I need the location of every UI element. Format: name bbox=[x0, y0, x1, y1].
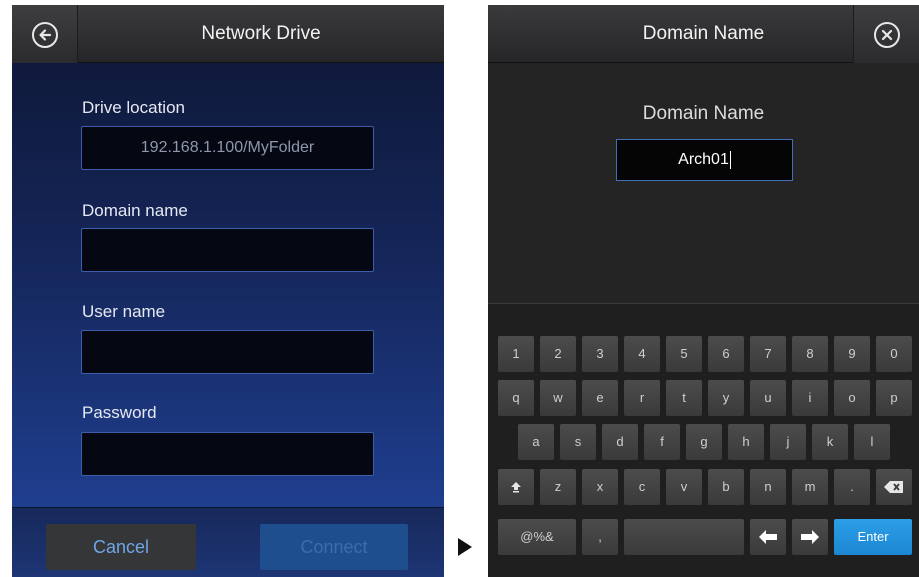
text-caret bbox=[729, 150, 731, 169]
key-v[interactable]: v bbox=[666, 469, 702, 505]
key-p[interactable]: p bbox=[876, 380, 912, 416]
user-name-input[interactable] bbox=[81, 330, 374, 374]
key-3[interactable]: 3 bbox=[582, 336, 618, 372]
key-9[interactable]: 9 bbox=[834, 336, 870, 372]
key-u[interactable]: u bbox=[750, 380, 786, 416]
key-b[interactable]: b bbox=[708, 469, 744, 505]
back-button[interactable] bbox=[12, 5, 78, 63]
key-comma[interactable]: , bbox=[582, 519, 618, 555]
domain-name-label: Domain name bbox=[82, 201, 188, 220]
key-d[interactable]: d bbox=[602, 424, 638, 460]
key-y[interactable]: y bbox=[708, 380, 744, 416]
key-8[interactable]: 8 bbox=[792, 336, 828, 372]
key-h[interactable]: h bbox=[728, 424, 764, 460]
space-key[interactable] bbox=[624, 519, 744, 555]
key-1[interactable]: 1 bbox=[498, 336, 534, 372]
user-name-label: User name bbox=[82, 302, 166, 321]
page-title: Domain Name bbox=[642, 23, 765, 44]
key-2[interactable]: 2 bbox=[540, 336, 576, 372]
shift-key[interactable] bbox=[498, 469, 534, 505]
key-x[interactable]: x bbox=[582, 469, 618, 505]
backspace-key[interactable] bbox=[876, 469, 912, 505]
key-s[interactable]: s bbox=[560, 424, 596, 460]
key-l[interactable]: l bbox=[854, 424, 890, 460]
cursor-right-key[interactable] bbox=[792, 519, 828, 555]
key-k[interactable]: k bbox=[812, 424, 848, 460]
key-7[interactable]: 7 bbox=[750, 336, 786, 372]
key-f[interactable]: f bbox=[644, 424, 680, 460]
key-q[interactable]: q bbox=[498, 380, 534, 416]
domain-name-prompt: Domain Name bbox=[642, 103, 765, 124]
key-0[interactable]: 0 bbox=[876, 336, 912, 372]
key-e[interactable]: e bbox=[582, 380, 618, 416]
header-bar: Network Drive bbox=[12, 5, 444, 63]
domain-name-value: Arch01 bbox=[678, 151, 729, 168]
network-drive-screen: Network Drive Drive location 192.168.1.1… bbox=[12, 5, 444, 577]
key-w[interactable]: w bbox=[540, 380, 576, 416]
key-5[interactable]: 5 bbox=[666, 336, 702, 372]
enter-key[interactable]: Enter bbox=[834, 519, 912, 555]
domain-name-text-input[interactable]: Arch01 bbox=[616, 139, 793, 181]
key-z[interactable]: z bbox=[540, 469, 576, 505]
key-c[interactable]: c bbox=[624, 469, 660, 505]
cursor-left-key[interactable] bbox=[750, 519, 786, 555]
domain-name-input[interactable] bbox=[81, 228, 374, 272]
footer-bar: Cancel Connect bbox=[12, 507, 444, 577]
cancel-button[interactable]: Cancel bbox=[46, 524, 196, 570]
arrow-right-icon bbox=[801, 530, 819, 544]
password-label: Password bbox=[82, 403, 157, 422]
close-button[interactable] bbox=[853, 5, 919, 63]
key-t[interactable]: t bbox=[666, 380, 702, 416]
key-j[interactable]: j bbox=[770, 424, 806, 460]
close-icon bbox=[874, 22, 900, 48]
backspace-icon bbox=[884, 481, 903, 493]
drive-location-input[interactable]: 192.168.1.100/MyFolder bbox=[81, 126, 374, 170]
key-n[interactable]: n bbox=[750, 469, 786, 505]
domain-name-screen: Domain Name Domain Name Arch01 1 2 3 4 5… bbox=[488, 5, 919, 577]
connect-button[interactable]: Connect bbox=[260, 524, 408, 570]
drive-location-label: Drive location bbox=[82, 98, 185, 117]
key-o[interactable]: o bbox=[834, 380, 870, 416]
password-input[interactable] bbox=[81, 432, 374, 476]
back-arrow-icon bbox=[32, 22, 58, 48]
shift-icon bbox=[511, 482, 521, 493]
key-m[interactable]: m bbox=[792, 469, 828, 505]
next-step-arrow-icon bbox=[458, 538, 472, 556]
header-bar: Domain Name bbox=[488, 5, 919, 63]
key-i[interactable]: i bbox=[792, 380, 828, 416]
key-r[interactable]: r bbox=[624, 380, 660, 416]
key-6[interactable]: 6 bbox=[708, 336, 744, 372]
page-title: Network Drive bbox=[201, 23, 321, 44]
key-4[interactable]: 4 bbox=[624, 336, 660, 372]
key-g[interactable]: g bbox=[686, 424, 722, 460]
key-period[interactable]: . bbox=[834, 469, 870, 505]
arrow-left-icon bbox=[759, 530, 777, 544]
on-screen-keyboard: 1 2 3 4 5 6 7 8 9 0 q w e r t y u i o p … bbox=[488, 303, 919, 577]
symbols-key[interactable]: @%& bbox=[498, 519, 576, 555]
key-a[interactable]: a bbox=[518, 424, 554, 460]
